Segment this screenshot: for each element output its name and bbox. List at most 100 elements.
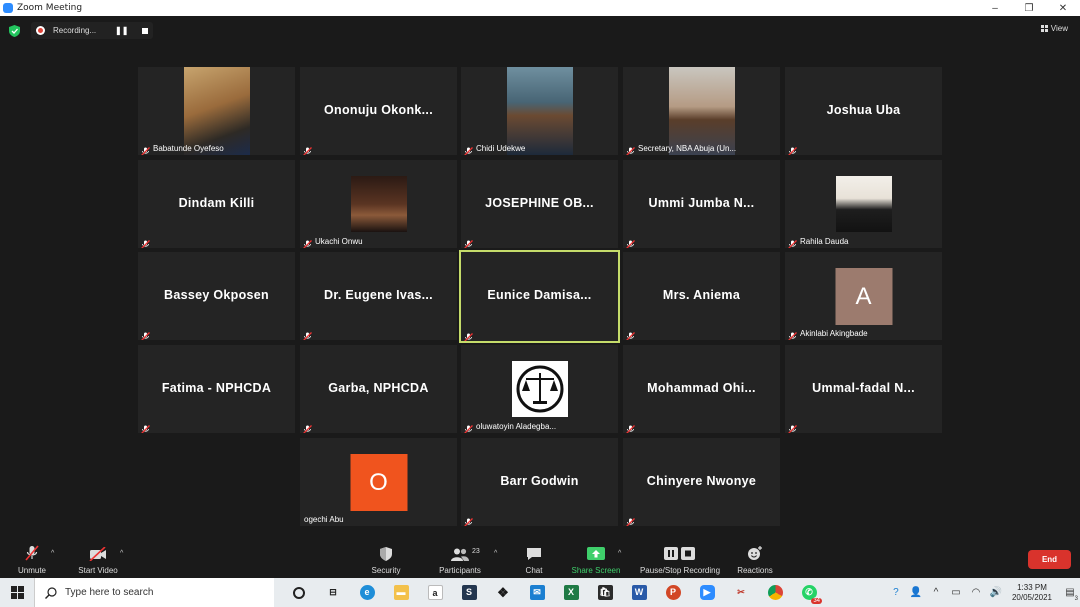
grid-view-icon [1040, 25, 1048, 32]
share-screen-label: Share Screen [571, 566, 621, 575]
chat-button[interactable]: Chat [518, 538, 550, 578]
excel-icon[interactable]: X [554, 578, 588, 607]
reactions-button[interactable]: Reactions [734, 538, 776, 578]
participant-tile[interactable]: Ummi Jumba N... [623, 160, 780, 248]
muted-mic-icon [141, 143, 150, 155]
participant-tile[interactable]: Bassey Okposen [138, 252, 295, 340]
participant-photo [350, 176, 407, 232]
participant-tile[interactable]: Chidi Udekwe [461, 67, 618, 155]
participant-photo [668, 67, 735, 155]
participant-tile[interactable]: Oogechi Abu [300, 438, 457, 526]
participant-name: Ukachi Onwu [315, 237, 363, 246]
video-options-caret-icon[interactable]: ^ [120, 550, 123, 557]
dropbox-icon[interactable]: ❖ [486, 578, 520, 607]
participant-tile[interactable]: oluwatoyin Aladegba... [461, 345, 618, 433]
zoom-app-icon [3, 3, 13, 13]
security-button[interactable]: Security [366, 538, 406, 578]
tray-overflow-icon[interactable]: ^ [926, 587, 946, 598]
wifi-icon[interactable]: ◠ [966, 587, 986, 598]
file-explorer-icon[interactable]: ▬ [384, 578, 418, 607]
start-video-label: Start Video [78, 566, 118, 575]
participant-name: Joshua Uba [826, 103, 901, 117]
volume-icon[interactable]: 🔊 [986, 587, 1006, 598]
close-button[interactable]: ✕ [1046, 0, 1080, 16]
end-meeting-button[interactable]: End [1028, 550, 1071, 569]
battery-icon[interactable]: ▭ [946, 587, 966, 598]
avatar: A [835, 268, 892, 325]
minimize-button[interactable]: – [978, 0, 1012, 16]
participant-tile[interactable]: Babatunde Oyefeso [138, 67, 295, 155]
participant-tile[interactable]: Dr. Eugene Ivas... [300, 252, 457, 340]
participant-tile[interactable]: Mohammad Ohi... [623, 345, 780, 433]
cortana-icon[interactable] [282, 578, 316, 607]
participant-tile[interactable]: Joshua Uba [785, 67, 942, 155]
windows-logo-icon [10, 586, 24, 599]
help-icon[interactable]: ? [886, 587, 906, 598]
participant-tile[interactable]: JOSEPHINE OB... [461, 160, 618, 248]
muted-mic-icon [141, 421, 150, 433]
participant-photo [835, 176, 892, 232]
participant-tile[interactable]: Barr Godwin [461, 438, 618, 526]
clock-time: 1:33 PM [1017, 582, 1047, 592]
participant-name: oluwatoyin Aladegba... [476, 422, 557, 431]
powerpoint-icon[interactable]: P [656, 578, 690, 607]
start-button[interactable] [0, 578, 34, 607]
notifications-icon[interactable]: ▤ 3 [1060, 587, 1080, 602]
amazon-icon[interactable]: a [418, 578, 452, 607]
participant-tile[interactable]: Garba, NPHCDA [300, 345, 457, 433]
avatar: O [350, 454, 407, 511]
taskbar-clock[interactable]: 1:33 PM 20/05/2021 [1012, 583, 1052, 603]
participants-button[interactable]: Participants [434, 538, 486, 578]
participant-tile[interactable]: Secretary, NBA Abuja (Un... [623, 67, 780, 155]
muted-microphone-icon [25, 545, 39, 561]
share-screen-button[interactable]: Share Screen [568, 538, 624, 578]
participant-tile[interactable]: Chinyere Nwonye [623, 438, 780, 526]
task-view-icon[interactable]: ⊟ [316, 578, 350, 607]
participant-tile[interactable]: A Akinlabi Akingbade [785, 252, 942, 340]
muted-mic-icon [303, 143, 312, 155]
participant-name: Rahila Dauda [800, 237, 849, 246]
muted-mic-icon [464, 236, 473, 248]
participant-name: JOSEPHINE OB... [485, 196, 594, 210]
word-icon[interactable]: W [622, 578, 656, 607]
participant-tile[interactable]: Dindam Killi [138, 160, 295, 248]
participant-tile[interactable]: Rahila Dauda [785, 160, 942, 248]
people-icon[interactable]: 👤 [906, 587, 926, 598]
audio-options-caret-icon[interactable]: ^ [51, 550, 54, 557]
search-placeholder: Type here to search [65, 587, 154, 598]
windows-taskbar: Type here to search ⊟ e ▬ a S ❖ ✉ X 🛍 W … [0, 578, 1080, 607]
pause-recording-icon[interactable]: ❚❚ [115, 26, 128, 35]
whatsapp-icon[interactable]: ✆ 34 [792, 578, 826, 607]
encryption-shield-icon[interactable] [9, 25, 20, 37]
participant-tile[interactable]: Eunice Damisa... [459, 250, 620, 343]
participant-tile[interactable]: Mrs. Aniema [623, 252, 780, 340]
participant-count: 23 [472, 548, 480, 555]
unmute-button[interactable]: Unmute [12, 538, 52, 578]
muted-mic-icon [303, 236, 312, 248]
s-app-icon[interactable]: S [452, 578, 486, 607]
chrome-icon[interactable] [758, 578, 792, 607]
store-icon[interactable]: 🛍 [588, 578, 622, 607]
participants-caret-icon[interactable]: ^ [494, 550, 497, 557]
participant-name: Bassey Okposen [164, 288, 269, 302]
view-button[interactable]: View [1040, 24, 1068, 33]
participant-tile[interactable]: Ummal-fadal N... [785, 345, 942, 433]
stop-recording-icon[interactable] [142, 27, 149, 34]
mail-icon[interactable]: ✉ [520, 578, 554, 607]
participant-tile[interactable]: Fatima - NPHCDA [138, 345, 295, 433]
snip-icon[interactable]: ✂ [724, 578, 758, 607]
taskbar-search[interactable]: Type here to search [34, 578, 274, 607]
chat-label: Chat [525, 566, 543, 575]
participant-photo [183, 67, 250, 155]
maximize-button[interactable]: ❐ [1012, 0, 1046, 16]
share-options-caret-icon[interactable]: ^ [618, 550, 621, 557]
pause-stop-recording-button[interactable]: Pause/Stop Recording [636, 538, 724, 578]
participant-tile[interactable]: Ononuju Okonk... [300, 67, 457, 155]
security-label: Security [371, 566, 401, 575]
start-video-button[interactable]: Start Video [74, 538, 122, 578]
edge-icon[interactable]: e [350, 578, 384, 607]
zoom-taskbar-icon[interactable]: ▶ [690, 578, 724, 607]
muted-mic-icon [464, 421, 473, 433]
participant-tile[interactable]: Ukachi Onwu [300, 160, 457, 248]
meeting-area: Recording... ❚❚ View Babatunde Oyefeso On… [0, 16, 1080, 538]
